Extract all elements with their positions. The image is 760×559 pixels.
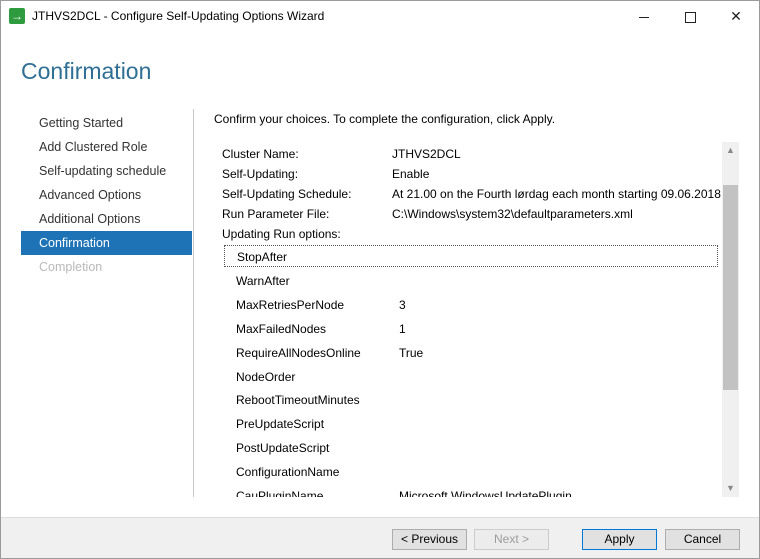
scroll-thumb[interactable] [723,185,738,390]
nav-divider [193,109,194,497]
nav-item-additional-options[interactable]: Additional Options [21,207,192,231]
option-value: Microsoft.WindowsUpdatePlugin [399,489,572,497]
summary-value: JTHVS2DCL [392,147,461,161]
option-name: ConfigurationName [236,465,340,479]
summary-label: Self-Updating: [222,167,299,181]
summary-value: Enable [392,167,430,181]
option-row-nodeorder[interactable]: NodeOrder [224,366,718,388]
previous-button[interactable]: < Previous [392,529,467,550]
summary-label: Run Parameter File: [222,207,330,221]
nav-item-advanced-options[interactable]: Advanced Options [21,183,192,207]
wizard-app-icon: → [9,8,25,24]
nav-item-getting-started[interactable]: Getting Started [21,111,192,135]
option-row-requireallnodesonline[interactable]: RequireAllNodesOnline True [224,342,718,364]
option-value: True [399,346,424,360]
close-button[interactable]: ✕ [713,1,759,31]
intro-text: Confirm your choices. To complete the co… [214,112,556,126]
confirmation-summary[interactable]: Cluster Name: JTHVS2DCL Self-Updating: E… [220,142,740,497]
scroll-up-icon[interactable]: ▲ [722,142,739,159]
summary-label: Updating Run options: [222,227,341,241]
nav-item-add-clustered-role[interactable]: Add Clustered Role [21,135,192,159]
maximize-icon [684,11,696,23]
option-value: 3 [399,298,406,312]
nav-item-self-updating-schedule[interactable]: Self-updating schedule [21,159,192,183]
close-icon: ✕ [730,8,742,24]
maximize-button[interactable] [667,1,713,31]
apply-button[interactable]: Apply [582,529,657,550]
option-name: MaxFailedNodes [236,322,327,336]
wizard-window: → JTHVS2DCL - Configure Self-Updating Op… [0,0,760,559]
summary-value: C:\Windows\system32\defaultparameters.xm… [392,207,633,221]
nav-item-completion: Completion [39,260,103,274]
option-name: PostUpdateScript [236,441,330,455]
option-row-preupdatescript[interactable]: PreUpdateScript [224,413,718,435]
option-row-postupdatescript[interactable]: PostUpdateScript [224,437,718,459]
option-name: NodeOrder [236,370,296,384]
option-name: RequireAllNodesOnline [236,346,361,360]
button-bar: < Previous Next > Apply Cancel [1,517,759,558]
option-row-configurationname[interactable]: ConfigurationName [224,461,718,483]
nav-item-confirmation[interactable]: Confirmation [21,231,192,255]
option-name: PreUpdateScript [236,417,325,431]
option-row-cauupluginname[interactable]: CauPluginName Microsoft.WindowsUpdatePlu… [224,485,718,497]
option-row-maxretriespernode[interactable]: MaxRetriesPerNode 3 [224,294,718,316]
summary-label: Self-Updating Schedule: [222,187,352,201]
option-row-maxfailednodes[interactable]: MaxFailedNodes 1 [224,318,718,340]
option-name: RebootTimeoutMinutes [236,393,360,407]
minimize-button[interactable] [621,1,667,31]
option-name: MaxRetriesPerNode [236,298,345,312]
window-title: JTHVS2DCL - Configure Self-Updating Opti… [32,9,325,23]
title-bar[interactable]: → JTHVS2DCL - Configure Self-Updating Op… [1,1,759,31]
scroll-down-icon[interactable]: ▼ [722,480,739,497]
option-name: CauPluginName [236,489,324,497]
summary-label: Cluster Name: [222,147,299,161]
option-name: StopAfter [237,250,288,264]
option-row-stopafter[interactable]: StopAfter [224,245,718,267]
option-row-reboottimeoutminutes[interactable]: RebootTimeoutMinutes [224,389,718,411]
option-row-warnafter[interactable]: WarnAfter [224,270,718,292]
cancel-button[interactable]: Cancel [665,529,740,550]
next-button: Next > [474,529,549,550]
page-title: Confirmation [21,58,152,84]
wizard-step-nav: Getting Started Add Clustered Role Self-… [21,111,192,279]
minimize-icon [639,16,649,18]
summary-value: At 21.00 on the Fourth lørdag each month… [392,187,721,201]
summary-scrollbar[interactable]: ▲ ▼ [722,142,739,497]
option-name: WarnAfter [236,274,290,288]
option-value: 1 [399,322,406,336]
